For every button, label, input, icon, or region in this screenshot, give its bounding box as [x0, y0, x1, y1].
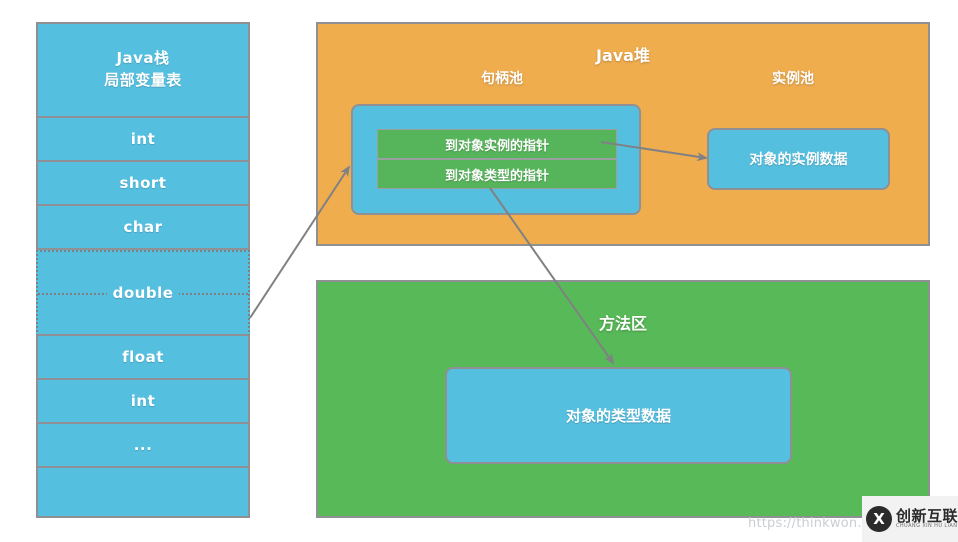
watermark-logo-text: 创新互联 CHUANG XIN HU LIAN: [896, 506, 958, 530]
method-area-title: 方法区: [598, 314, 647, 333]
stack-cell-int-2: int: [38, 380, 248, 424]
pointer-to-type-label: 到对象类型的指针: [444, 168, 549, 184]
watermark-logo-icon: X: [866, 506, 892, 532]
pointer-to-type-row: 到对象类型的指针: [377, 159, 617, 189]
java-heap-panel: Java堆 句柄池 实例池 到对象实例的指针 到对象类型的指针 对象的实例数据: [316, 22, 930, 246]
stack-cell-label: float: [122, 348, 164, 366]
java-stack-title-line2: 局部变量表: [104, 71, 182, 89]
method-area-panel: 方法区 对象的类型数据: [316, 280, 930, 518]
watermark-logo: X 创新互联 CHUANG XIN HU LIAN: [862, 496, 958, 542]
stack-cell-float: float: [38, 336, 248, 380]
object-type-data-label: 对象的类型数据: [565, 407, 671, 425]
instance-pool-title: 实例池: [772, 71, 814, 87]
stack-cell-label: char: [123, 218, 163, 236]
stack-cell-short: short: [38, 162, 248, 206]
pointer-to-instance-row: 到对象实例的指针: [377, 129, 617, 159]
java-stack-panel: Java栈 局部变量表 int short char double float …: [36, 22, 250, 518]
java-stack-header: Java栈 局部变量表: [38, 24, 248, 118]
java-heap-title: Java堆: [596, 46, 650, 65]
watermark-url: https://thinkwon.b: [748, 516, 871, 531]
stack-cell-char: char: [38, 206, 248, 250]
stack-cell-empty: [38, 468, 248, 516]
handle-pool-title: 句柄池: [481, 71, 523, 87]
stack-cell-label: int: [130, 392, 156, 410]
stack-cell-label: int: [130, 130, 156, 148]
object-instance-data-box: 对象的实例数据: [707, 128, 890, 190]
pointer-to-instance-label: 到对象实例的指针: [444, 138, 549, 154]
object-type-data-box: 对象的类型数据: [445, 367, 792, 464]
stack-cell-ellipsis: ...: [38, 424, 248, 468]
stack-cell-label: short: [119, 174, 167, 192]
stack-cell-label: double: [106, 284, 180, 302]
object-instance-data-label: 对象的实例数据: [749, 152, 848, 168]
stack-cell-label: ...: [133, 436, 153, 454]
stack-cell-int-1: int: [38, 118, 248, 162]
handle-pool-box: 到对象实例的指针 到对象类型的指针: [351, 104, 641, 215]
watermark-logo-pinyin: CHUANG XIN HU LIAN: [896, 523, 958, 530]
java-stack-title-line1: Java栈: [116, 49, 170, 68]
stack-cell-double: double: [36, 250, 250, 336]
diagram-canvas: Java栈 局部变量表 int short char double float …: [0, 0, 958, 542]
watermark-logo-cn: 创新互联: [896, 506, 958, 525]
